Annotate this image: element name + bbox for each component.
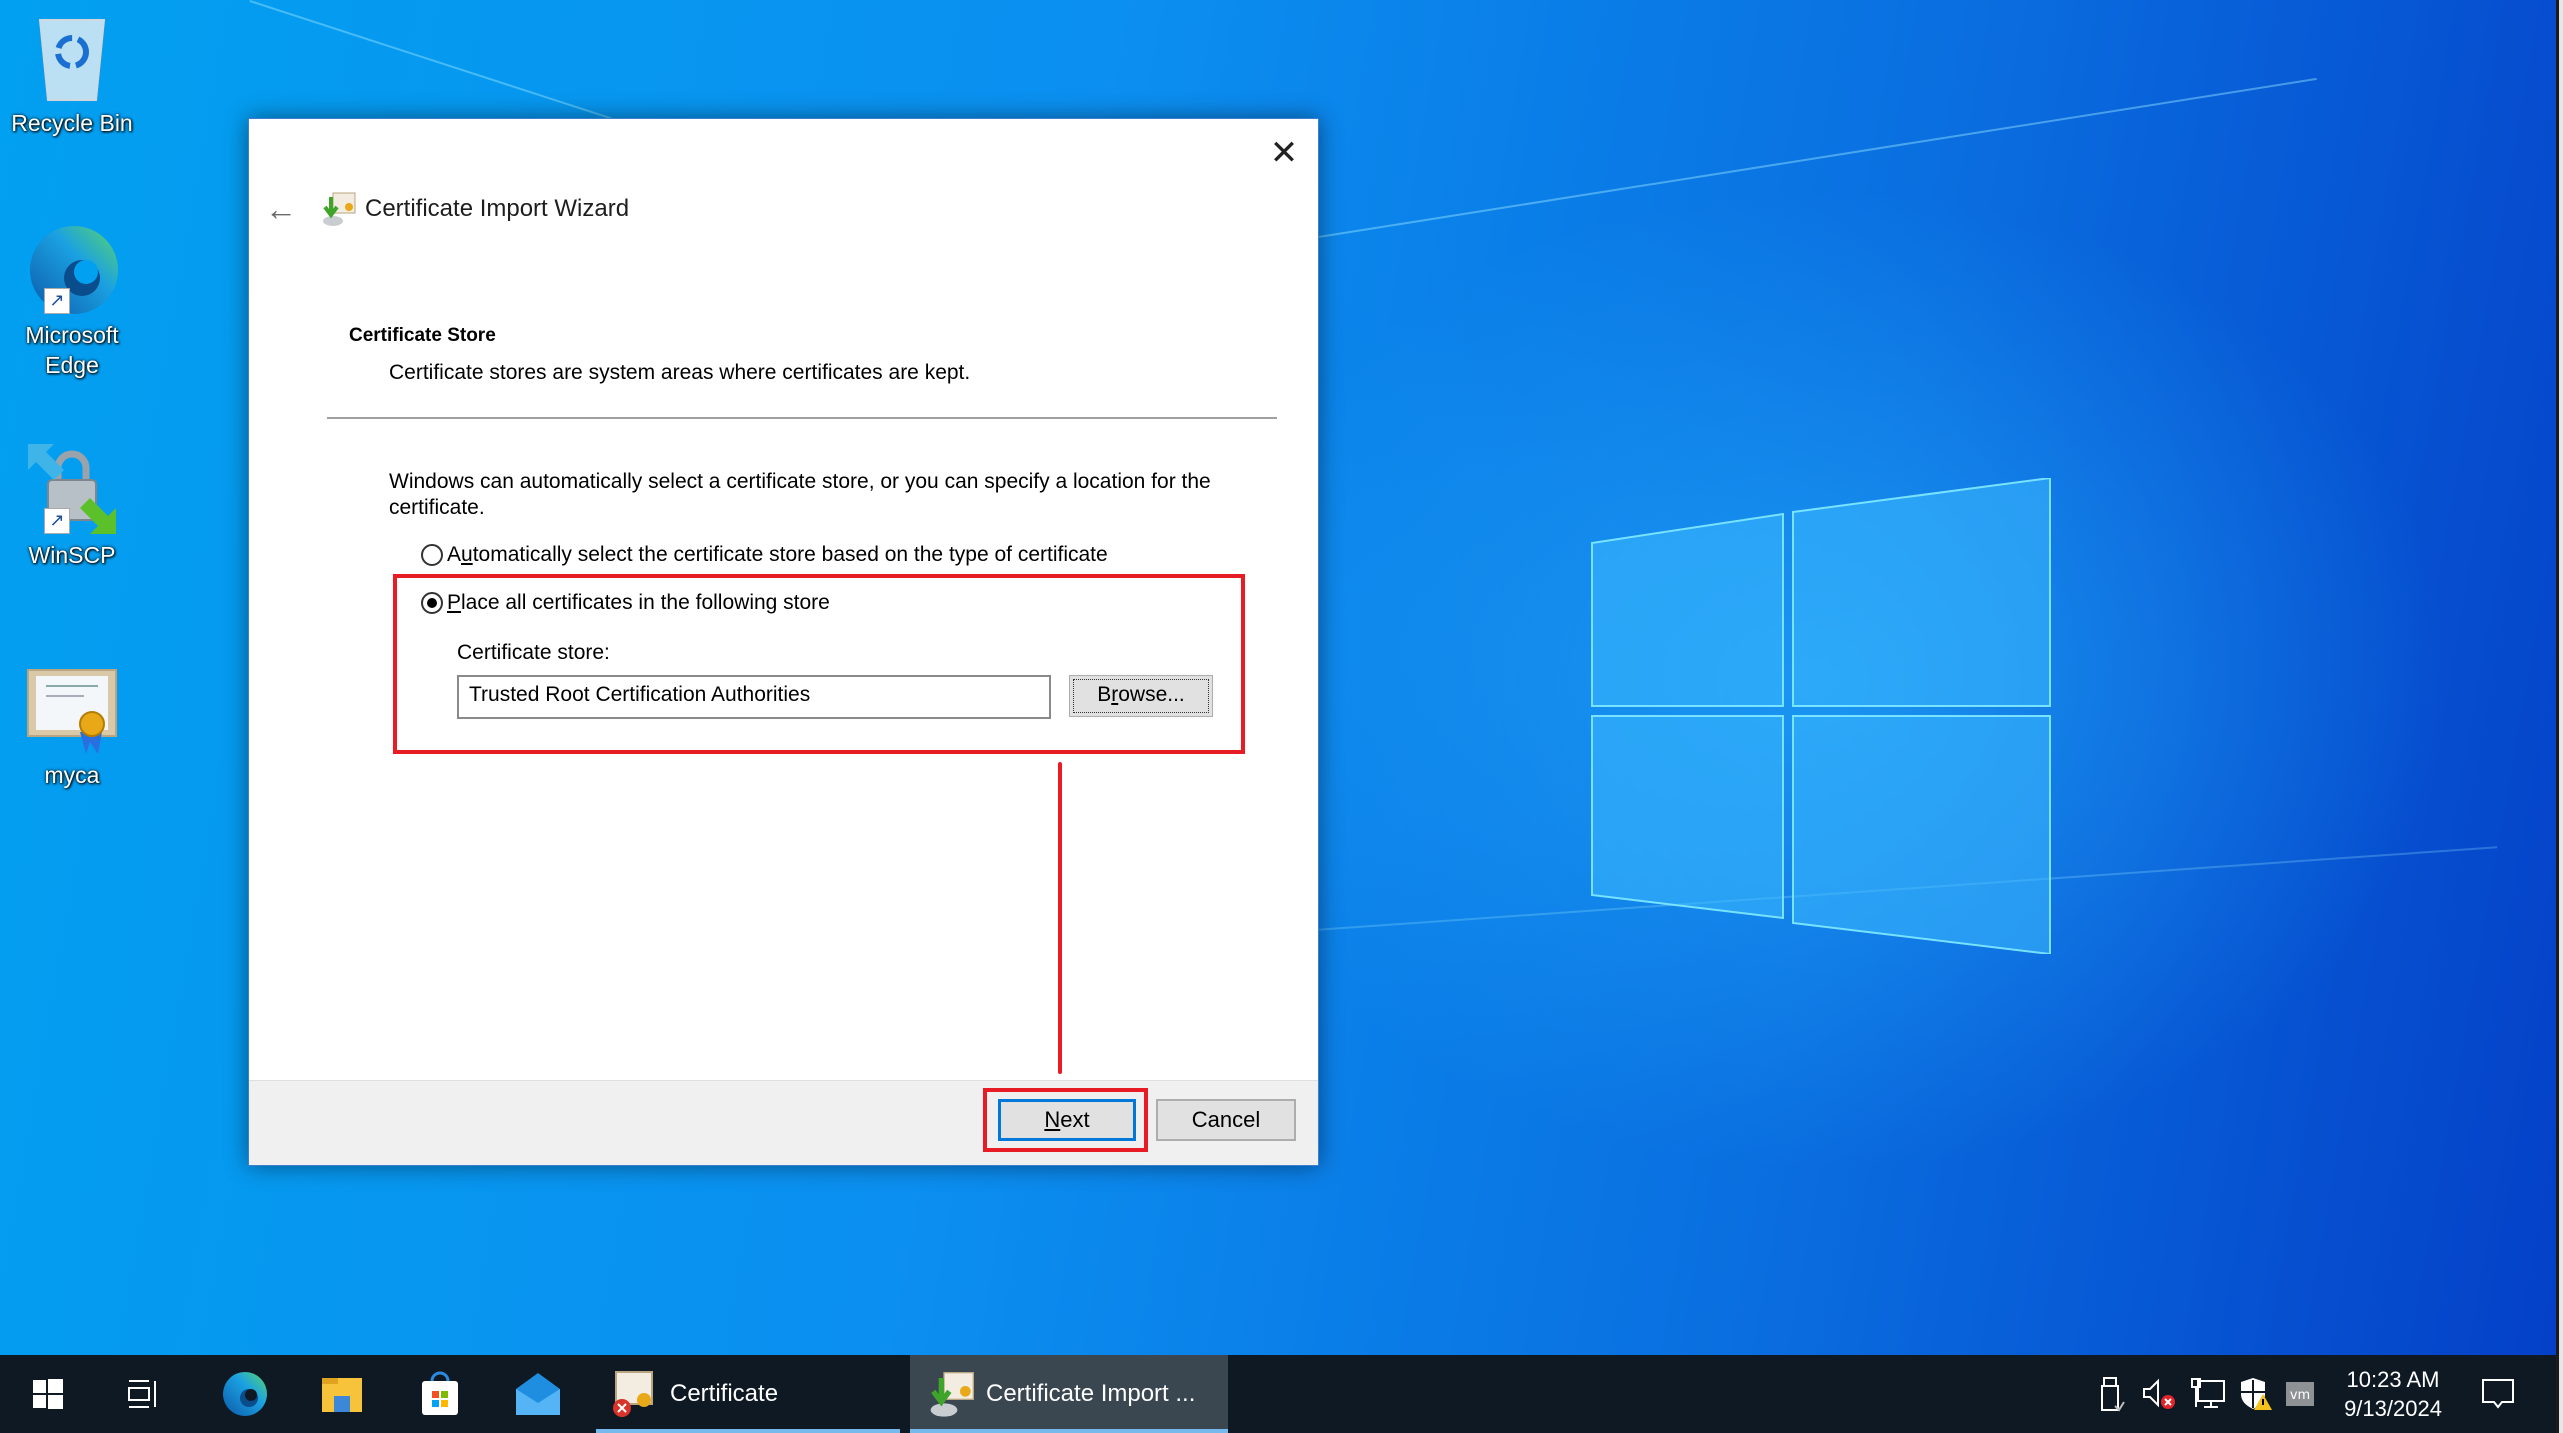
task-view-button[interactable] bbox=[96, 1355, 192, 1433]
desktop-icon-microsoft-edge[interactable]: ↗ Microsoft Edge bbox=[4, 222, 140, 380]
certificate-store-label: Certificate store: bbox=[457, 641, 610, 664]
winscp-icon: ↗ bbox=[24, 442, 120, 538]
browse-button[interactable]: Browse... bbox=[1069, 675, 1213, 717]
shortcut-arrow-icon: ↗ bbox=[44, 288, 70, 314]
radio-button-checked[interactable] bbox=[421, 592, 443, 614]
running-indicator bbox=[910, 1429, 1228, 1433]
start-icon bbox=[33, 1379, 63, 1409]
screen-edge-scrollbar bbox=[2556, 0, 2563, 1433]
tray-security[interactable] bbox=[2232, 1355, 2280, 1433]
taskbar-file-explorer[interactable] bbox=[294, 1355, 390, 1433]
close-button[interactable]: ✕ bbox=[1262, 133, 1306, 173]
volume-muted-icon bbox=[2143, 1378, 2175, 1409]
system-clock[interactable]: 10:23 AM 9/13/2024 bbox=[2318, 1365, 2468, 1423]
action-center-button[interactable] bbox=[2470, 1355, 2526, 1433]
desktop-icon-recycle-bin[interactable]: Recycle Bin bbox=[4, 10, 140, 138]
security-warning-icon bbox=[2241, 1378, 2272, 1410]
desktop-icon-label: Recycle Bin bbox=[11, 110, 133, 136]
radio-button[interactable] bbox=[421, 544, 443, 566]
cancel-button[interactable]: Cancel bbox=[1156, 1099, 1296, 1141]
certificate-import-wizard-dialog: ✕ ← Certificate Import Wizard Certificat… bbox=[248, 118, 1319, 1166]
start-button[interactable] bbox=[0, 1355, 96, 1433]
tray-volume[interactable] bbox=[2136, 1355, 2182, 1433]
edge-icon bbox=[223, 1372, 267, 1416]
intro-text: Windows can automatically select a certi… bbox=[389, 470, 1211, 519]
dialog-footer: Next Cancel bbox=[249, 1080, 1318, 1165]
header-separator bbox=[327, 417, 1277, 419]
wizard-title: Certificate Import Wizard bbox=[365, 195, 630, 222]
action-center-icon bbox=[2482, 1379, 2514, 1409]
usb-eject-icon bbox=[2101, 1377, 2125, 1412]
desktop-icon-label: Microsoft Edge bbox=[25, 322, 119, 378]
close-icon: ✕ bbox=[1269, 134, 1299, 172]
tray-network[interactable] bbox=[2184, 1355, 2232, 1433]
desktop-icon-winscp[interactable]: ↗ WinSCP bbox=[4, 442, 140, 570]
certificate-error-icon bbox=[613, 1371, 653, 1417]
desktop-icon-myca[interactable]: myca bbox=[4, 662, 140, 790]
certificate-store-field[interactable]: Trusted Root Certification Authorities bbox=[457, 675, 1051, 719]
certificate-wizard-icon bbox=[321, 191, 357, 227]
back-arrow-icon: ← bbox=[265, 191, 297, 227]
taskbar-app-certificate-import-wizard[interactable]: Certificate Import ... bbox=[910, 1355, 1228, 1433]
certificate-wizard-icon bbox=[930, 1372, 974, 1417]
vmware-tools-icon: vm bbox=[2286, 1382, 2314, 1406]
tray-usb[interactable] bbox=[2092, 1355, 2132, 1433]
task-view-icon bbox=[128, 1380, 156, 1408]
desktop-icon-label: WinSCP bbox=[28, 542, 116, 568]
edge-icon: ↗ bbox=[24, 222, 120, 318]
taskbar-app-label: Certificate bbox=[670, 1380, 779, 1407]
taskbar-mail[interactable] bbox=[490, 1355, 586, 1433]
windows-logo-wallpaper bbox=[1590, 476, 2060, 956]
wallpaper-light-beam bbox=[1230, 77, 2317, 252]
taskbar-edge[interactable] bbox=[196, 1355, 292, 1433]
svg-text:vm: vm bbox=[2290, 1388, 2310, 1403]
file-explorer-icon bbox=[322, 1378, 362, 1412]
taskbar-app-certificate[interactable]: Certificate bbox=[596, 1355, 900, 1433]
store-icon bbox=[422, 1371, 458, 1415]
section-title: Certificate Store bbox=[349, 325, 496, 346]
certificate-file-icon bbox=[24, 662, 120, 758]
mail-icon bbox=[516, 1373, 560, 1415]
clock-date: 9/13/2024 bbox=[2344, 1396, 2442, 1421]
taskbar-app-label: Certificate Import ... bbox=[986, 1380, 1196, 1407]
tray-vmware[interactable]: vm bbox=[2280, 1355, 2320, 1433]
recycle-bin-icon bbox=[24, 10, 120, 106]
clock-time: 10:23 AM bbox=[2346, 1367, 2440, 1392]
running-indicator bbox=[596, 1429, 900, 1433]
desktop-icon-label: myca bbox=[44, 762, 100, 788]
back-button[interactable]: ← bbox=[263, 191, 299, 227]
shortcut-arrow-icon: ↗ bbox=[44, 508, 70, 534]
taskbar-store[interactable] bbox=[392, 1355, 488, 1433]
next-button[interactable]: Next bbox=[998, 1099, 1136, 1141]
radio-label: Automatically select the certificate sto… bbox=[447, 543, 1108, 566]
taskbar: Certificate Certificate Import ... vm 10… bbox=[0, 1355, 2556, 1433]
radio-place-in-store[interactable]: Place all certificates in the following … bbox=[421, 591, 830, 615]
radio-auto-select-store[interactable]: Automatically select the certificate sto… bbox=[421, 543, 1108, 567]
radio-label: Place all certificates in the following … bbox=[447, 591, 830, 614]
network-icon bbox=[2191, 1378, 2225, 1408]
section-description: Certificate stores are system areas wher… bbox=[389, 361, 971, 384]
